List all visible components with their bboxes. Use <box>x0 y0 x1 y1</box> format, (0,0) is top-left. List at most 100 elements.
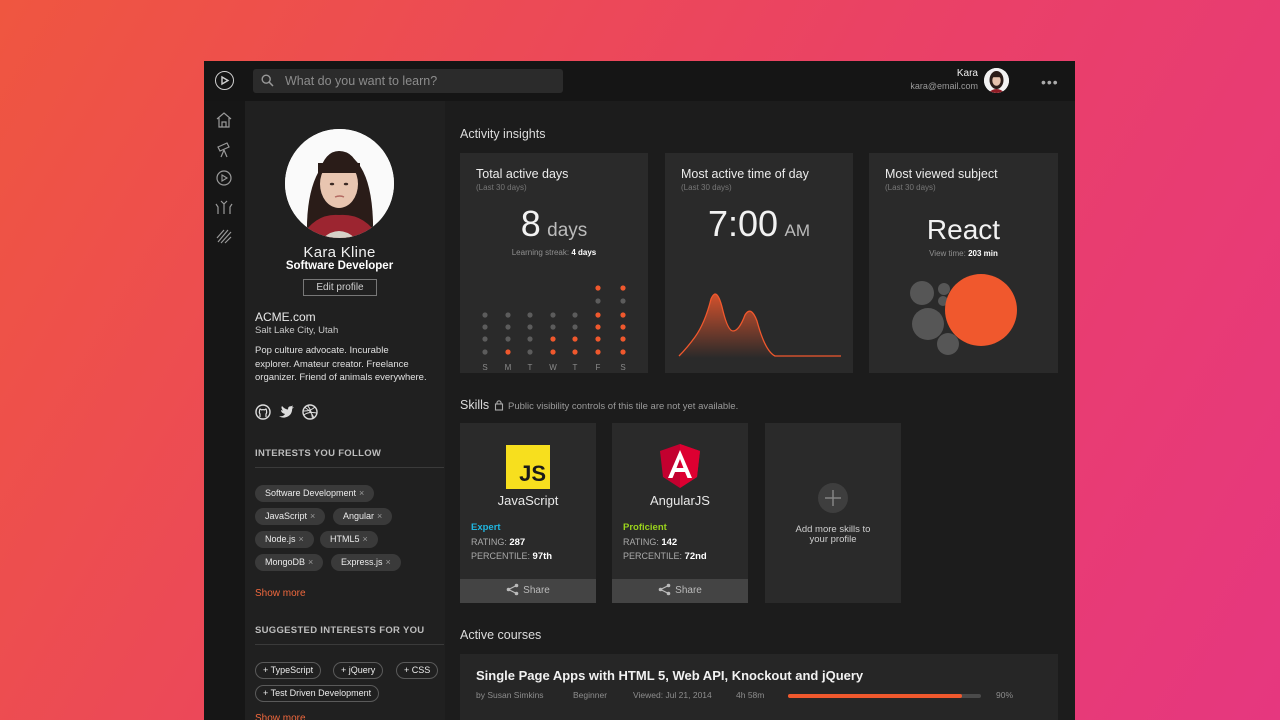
remove-tag-icon[interactable]: × <box>363 534 368 544</box>
skill-name: JavaScript <box>497 493 559 508</box>
day-label: S <box>482 363 487 372</box>
suggested-tag[interactable]: + CSS <box>396 662 439 679</box>
add-icon[interactable] <box>817 482 849 514</box>
activity-dot <box>505 336 511 342</box>
activity-dot <box>527 349 533 355</box>
github-icon[interactable] <box>255 404 271 420</box>
courses-title: Active courses <box>460 628 542 642</box>
activity-dot <box>482 336 488 342</box>
play-icon[interactable] <box>215 169 233 187</box>
angular-logo-icon <box>660 444 700 488</box>
activity-dot <box>620 349 626 355</box>
skill-card-angularjs[interactable]: AngularJS Proficient RATING: 142 PERCENT… <box>612 423 748 603</box>
profile-location: Salt Lake City, Utah <box>255 325 339 336</box>
interest-tag[interactable]: MongoDB × <box>255 554 324 571</box>
paths-icon[interactable] <box>215 198 233 216</box>
day-label: F <box>596 363 601 372</box>
skill-card-javascript[interactable]: JS JavaScript Expert RATING: 287 PERCENT… <box>460 423 596 603</box>
interest-tag[interactable]: JavaScript × <box>255 508 326 525</box>
profile-name: Kara Kline <box>303 244 376 261</box>
skills-note: Public visibility controls of this tile … <box>508 401 739 412</box>
course-duration: 4h 58m <box>736 690 765 700</box>
remove-tag-icon[interactable]: × <box>377 511 382 521</box>
dribbble-icon[interactable] <box>302 404 318 420</box>
share-icon <box>506 583 519 596</box>
course-progress-text: 90% <box>996 690 1014 700</box>
interest-tag[interactable]: Angular × <box>333 508 393 525</box>
activity-dot <box>527 312 533 318</box>
course-progress-fill <box>788 694 962 698</box>
card-subtitle: (Last 30 days) <box>885 183 936 192</box>
card-title: Most active time of day <box>681 167 809 181</box>
app-window: Kara kara@email.com ••• <box>204 61 1075 720</box>
activity-dot <box>572 336 578 342</box>
skill-rating: RATING: 142 <box>623 537 678 548</box>
sidebar-nav <box>204 101 245 720</box>
activity-title: Activity insights <box>460 127 546 141</box>
skill-percentile: PERCENTILE: 97th <box>471 551 553 562</box>
share-button[interactable]: Share <box>460 579 596 603</box>
suggested-tag[interactable]: + Test Driven Development <box>255 685 380 702</box>
interest-tag[interactable]: HTML5 × <box>320 531 378 548</box>
telescope-icon[interactable] <box>215 141 233 159</box>
remove-tag-icon[interactable]: × <box>386 557 391 567</box>
add-skill-card[interactable]: Add more skills to your profile <box>765 423 901 603</box>
active-days-value: 8 days <box>520 203 588 244</box>
user-avatar[interactable] <box>984 68 1009 93</box>
subject-bubble-chart <box>910 274 1017 355</box>
skills-title: Skills <box>460 398 490 412</box>
activity-dot <box>595 285 601 291</box>
suggested-title: SUGGESTED INTERESTS FOR YOU <box>255 625 425 636</box>
activity-dot <box>620 298 626 304</box>
javascript-logo-icon: JS <box>506 445 550 489</box>
course-item[interactable]: Single Page Apps with HTML 5, Web API, K… <box>460 654 1058 720</box>
card-title: Total active days <box>476 167 569 181</box>
home-icon[interactable] <box>215 111 233 129</box>
search-input[interactable] <box>285 71 555 91</box>
time-of-day-chart <box>678 293 841 358</box>
interest-tag[interactable]: Software Development × <box>255 485 375 502</box>
show-more-interests[interactable]: Show more <box>255 588 306 599</box>
profile-website[interactable]: ACME.com <box>255 310 316 324</box>
skill-level: Proficient <box>623 522 667 533</box>
day-label: T <box>573 363 578 372</box>
activity-dot <box>595 298 601 304</box>
remove-tag-icon[interactable]: × <box>359 488 364 498</box>
suggested-tag[interactable]: + TypeScript <box>255 662 322 679</box>
twitter-icon[interactable] <box>278 404 294 420</box>
total-active-days-card: Total active days (Last 30 days) 8 days … <box>460 153 648 373</box>
remove-tag-icon[interactable]: × <box>299 534 304 544</box>
course-title[interactable]: Single Page Apps with HTML 5, Web API, K… <box>476 668 863 683</box>
logo-icon[interactable] <box>215 71 234 90</box>
suggested-tag[interactable]: + jQuery <box>333 662 384 679</box>
interest-tag[interactable]: Express.js × <box>331 554 401 571</box>
user-name: Kara <box>956 68 978 79</box>
divider <box>255 467 444 468</box>
activity-dot <box>482 349 488 355</box>
view-time: View time: 203 min <box>929 249 998 258</box>
remove-tag-icon[interactable]: × <box>310 511 315 521</box>
show-more-suggested[interactable]: Show more <box>255 713 306 720</box>
share-button[interactable]: Share <box>612 579 748 603</box>
interest-tag[interactable]: Node.js × <box>255 531 314 548</box>
active-time-card: Most active time of day (Last 30 days) 7… <box>665 153 853 373</box>
active-time-value: 7:00 AM <box>707 203 811 244</box>
skill-percentile: PERCENTILE: 72nd <box>623 551 707 562</box>
skill-level: Expert <box>471 522 501 533</box>
activity-dot <box>595 349 601 355</box>
subject-value: React <box>926 214 1001 245</box>
channels-icon[interactable] <box>215 227 233 245</box>
more-options-icon[interactable]: ••• <box>1041 74 1059 90</box>
skill-rating: RATING: 287 <box>471 537 526 548</box>
search-box[interactable] <box>253 69 563 93</box>
profile-role: Software Developer <box>285 260 394 272</box>
activity-dot <box>620 312 626 318</box>
activity-dot <box>572 324 578 330</box>
profile-bio: Pop culture advocate. Incurable explorer… <box>255 345 427 383</box>
activity-dot <box>482 312 488 318</box>
share-icon <box>658 583 671 596</box>
edit-profile-button[interactable]: Edit profile <box>303 279 377 296</box>
activity-dot <box>550 324 556 330</box>
activity-dot <box>572 349 578 355</box>
remove-tag-icon[interactable]: × <box>308 557 313 567</box>
